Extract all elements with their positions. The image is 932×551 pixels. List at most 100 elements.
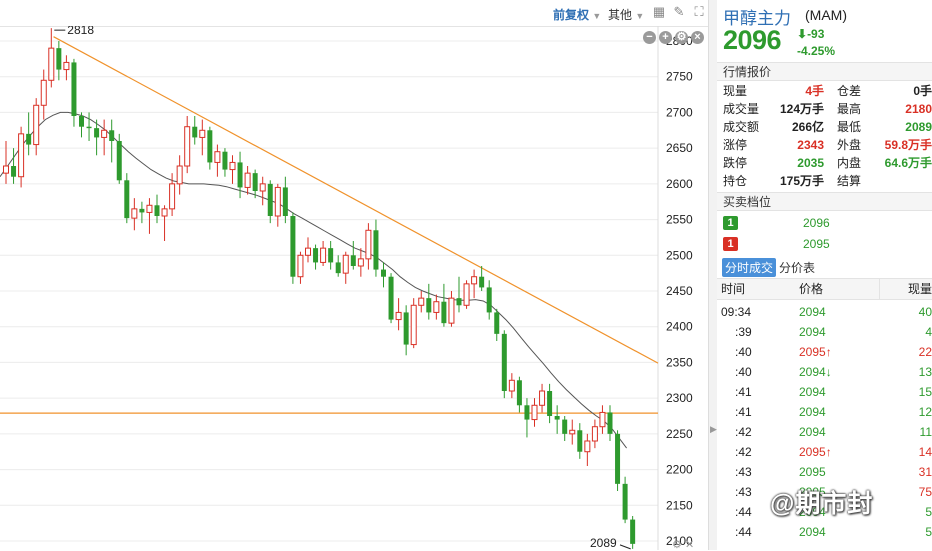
order-book-row[interactable]: 1 2096 [717, 213, 932, 233]
tick-price: 2095↑ [799, 442, 832, 462]
quote-value: 59.8万手 [884, 138, 932, 152]
kline-chart[interactable]: 2800275027002650260025502500245024002350… [0, 26, 708, 550]
level-badge: 1 [723, 237, 738, 251]
candle [395, 298, 402, 331]
chart-toolbar: 前复权 ▼ 其他 ▼ ▦ ✎ ⛶ [0, 0, 716, 27]
chevron-right-icon[interactable]: ▶ [710, 424, 717, 435]
fullscreen-icon[interactable]: ⛶ [692, 5, 706, 19]
candle [214, 144, 221, 177]
candle [569, 419, 576, 445]
candle [109, 119, 115, 163]
order-book-row[interactable]: 1 2095 [717, 234, 932, 254]
candle-body [577, 430, 583, 452]
quote-label: 最低 [837, 120, 862, 134]
candle [86, 112, 92, 141]
candle-body [116, 141, 122, 181]
quote-value: 2089 [905, 120, 932, 134]
candle [26, 112, 32, 156]
candle [607, 405, 613, 441]
quote-value: 266亿 [791, 120, 824, 134]
candle [441, 283, 447, 327]
candle [381, 262, 386, 288]
candle [448, 291, 455, 327]
candle-body [410, 304, 417, 346]
close-icon[interactable]: × [691, 31, 704, 44]
tick-row: 09:34 2094 40 [717, 302, 932, 322]
quote-label: 成交量 [723, 102, 760, 116]
candle [297, 251, 304, 284]
gear-icon[interactable]: ⚙ [675, 31, 688, 44]
tick-row: :43 2095 31 [717, 462, 932, 482]
candle-body [516, 380, 522, 406]
candle-body [615, 433, 621, 484]
candle-body [176, 165, 183, 185]
quote-value: 2343 [797, 138, 824, 152]
candle [48, 28, 55, 88]
candle-body [71, 62, 77, 116]
quote-label: 结算 [837, 174, 862, 188]
candle-body [79, 116, 84, 127]
other-dropdown[interactable]: 其他 ▼ [608, 6, 644, 23]
gear-icon[interactable]: ⚙ [672, 539, 682, 551]
quote-row: 涨停 2343 外盘 59.8万手 [717, 136, 932, 154]
quote-label: 跌停 [723, 156, 748, 170]
candle [244, 166, 251, 195]
arrow-down-icon: ↓ [825, 365, 832, 379]
candle-body [569, 429, 576, 435]
candle [554, 405, 560, 434]
tick-tabs: 分时成交 分价表 [717, 256, 932, 277]
tick-price-value: 2094 [799, 325, 826, 339]
plus-icon[interactable]: + [659, 31, 672, 44]
grid-icon[interactable]: ▦ [652, 5, 666, 19]
candle [154, 194, 160, 224]
candle-body [48, 47, 55, 81]
candle [267, 180, 273, 224]
tick-volume: 75 [918, 485, 932, 499]
candle [494, 308, 500, 341]
candle [577, 423, 583, 459]
candle [524, 398, 530, 438]
tab-price-table[interactable]: 分价表 [779, 259, 815, 276]
tab-time-sales[interactable]: 分时成交 [722, 258, 777, 277]
y-tick-label: 2700 [666, 105, 693, 119]
y-tick-label: 2350 [666, 355, 693, 369]
draw-icon[interactable]: ✎ [672, 5, 686, 19]
candle [591, 419, 598, 449]
quote-label: 现量 [723, 84, 748, 98]
candle [531, 398, 538, 427]
candle-body [328, 248, 334, 263]
tick-time: :43 [735, 465, 752, 479]
candle [328, 241, 334, 270]
tick-price-value: 2095 [799, 465, 826, 479]
candle [335, 255, 341, 277]
candle [290, 212, 296, 284]
candle [192, 116, 198, 145]
tick-table-header: 时间 价格 现量 [717, 278, 932, 300]
candle [71, 58, 77, 127]
candle-body [524, 405, 530, 420]
tick-price-value: 2095 [799, 345, 826, 359]
candle [313, 244, 319, 270]
candle-body [305, 247, 311, 256]
tick-price: 2094 [799, 382, 826, 402]
candle-body [40, 79, 47, 106]
chevron-down-icon: ▼ [592, 11, 602, 21]
close-icon[interactable]: ✕ [685, 539, 694, 551]
kline-chart-panel[interactable]: 2800275027002650260025502500245024002350… [0, 26, 708, 550]
candle-body [554, 416, 560, 420]
candle-body [531, 404, 538, 421]
adjust-dropdown[interactable]: 前复权 ▼ [553, 6, 601, 23]
panel-controls: − + ⚙ × [640, 29, 704, 44]
y-tick-label: 2650 [666, 141, 693, 155]
low-arrow [619, 544, 631, 550]
minus-icon[interactable]: − [643, 31, 656, 44]
candle-body [320, 247, 327, 263]
col-time: 时间 [721, 282, 746, 296]
candle-body [222, 151, 228, 170]
y-tick-label: 2150 [666, 498, 693, 512]
candle [222, 148, 228, 177]
candle-body [313, 248, 319, 263]
candle [207, 126, 213, 170]
tick-volume: 13 [918, 365, 932, 379]
tick-price-value: 2094 [799, 305, 826, 319]
